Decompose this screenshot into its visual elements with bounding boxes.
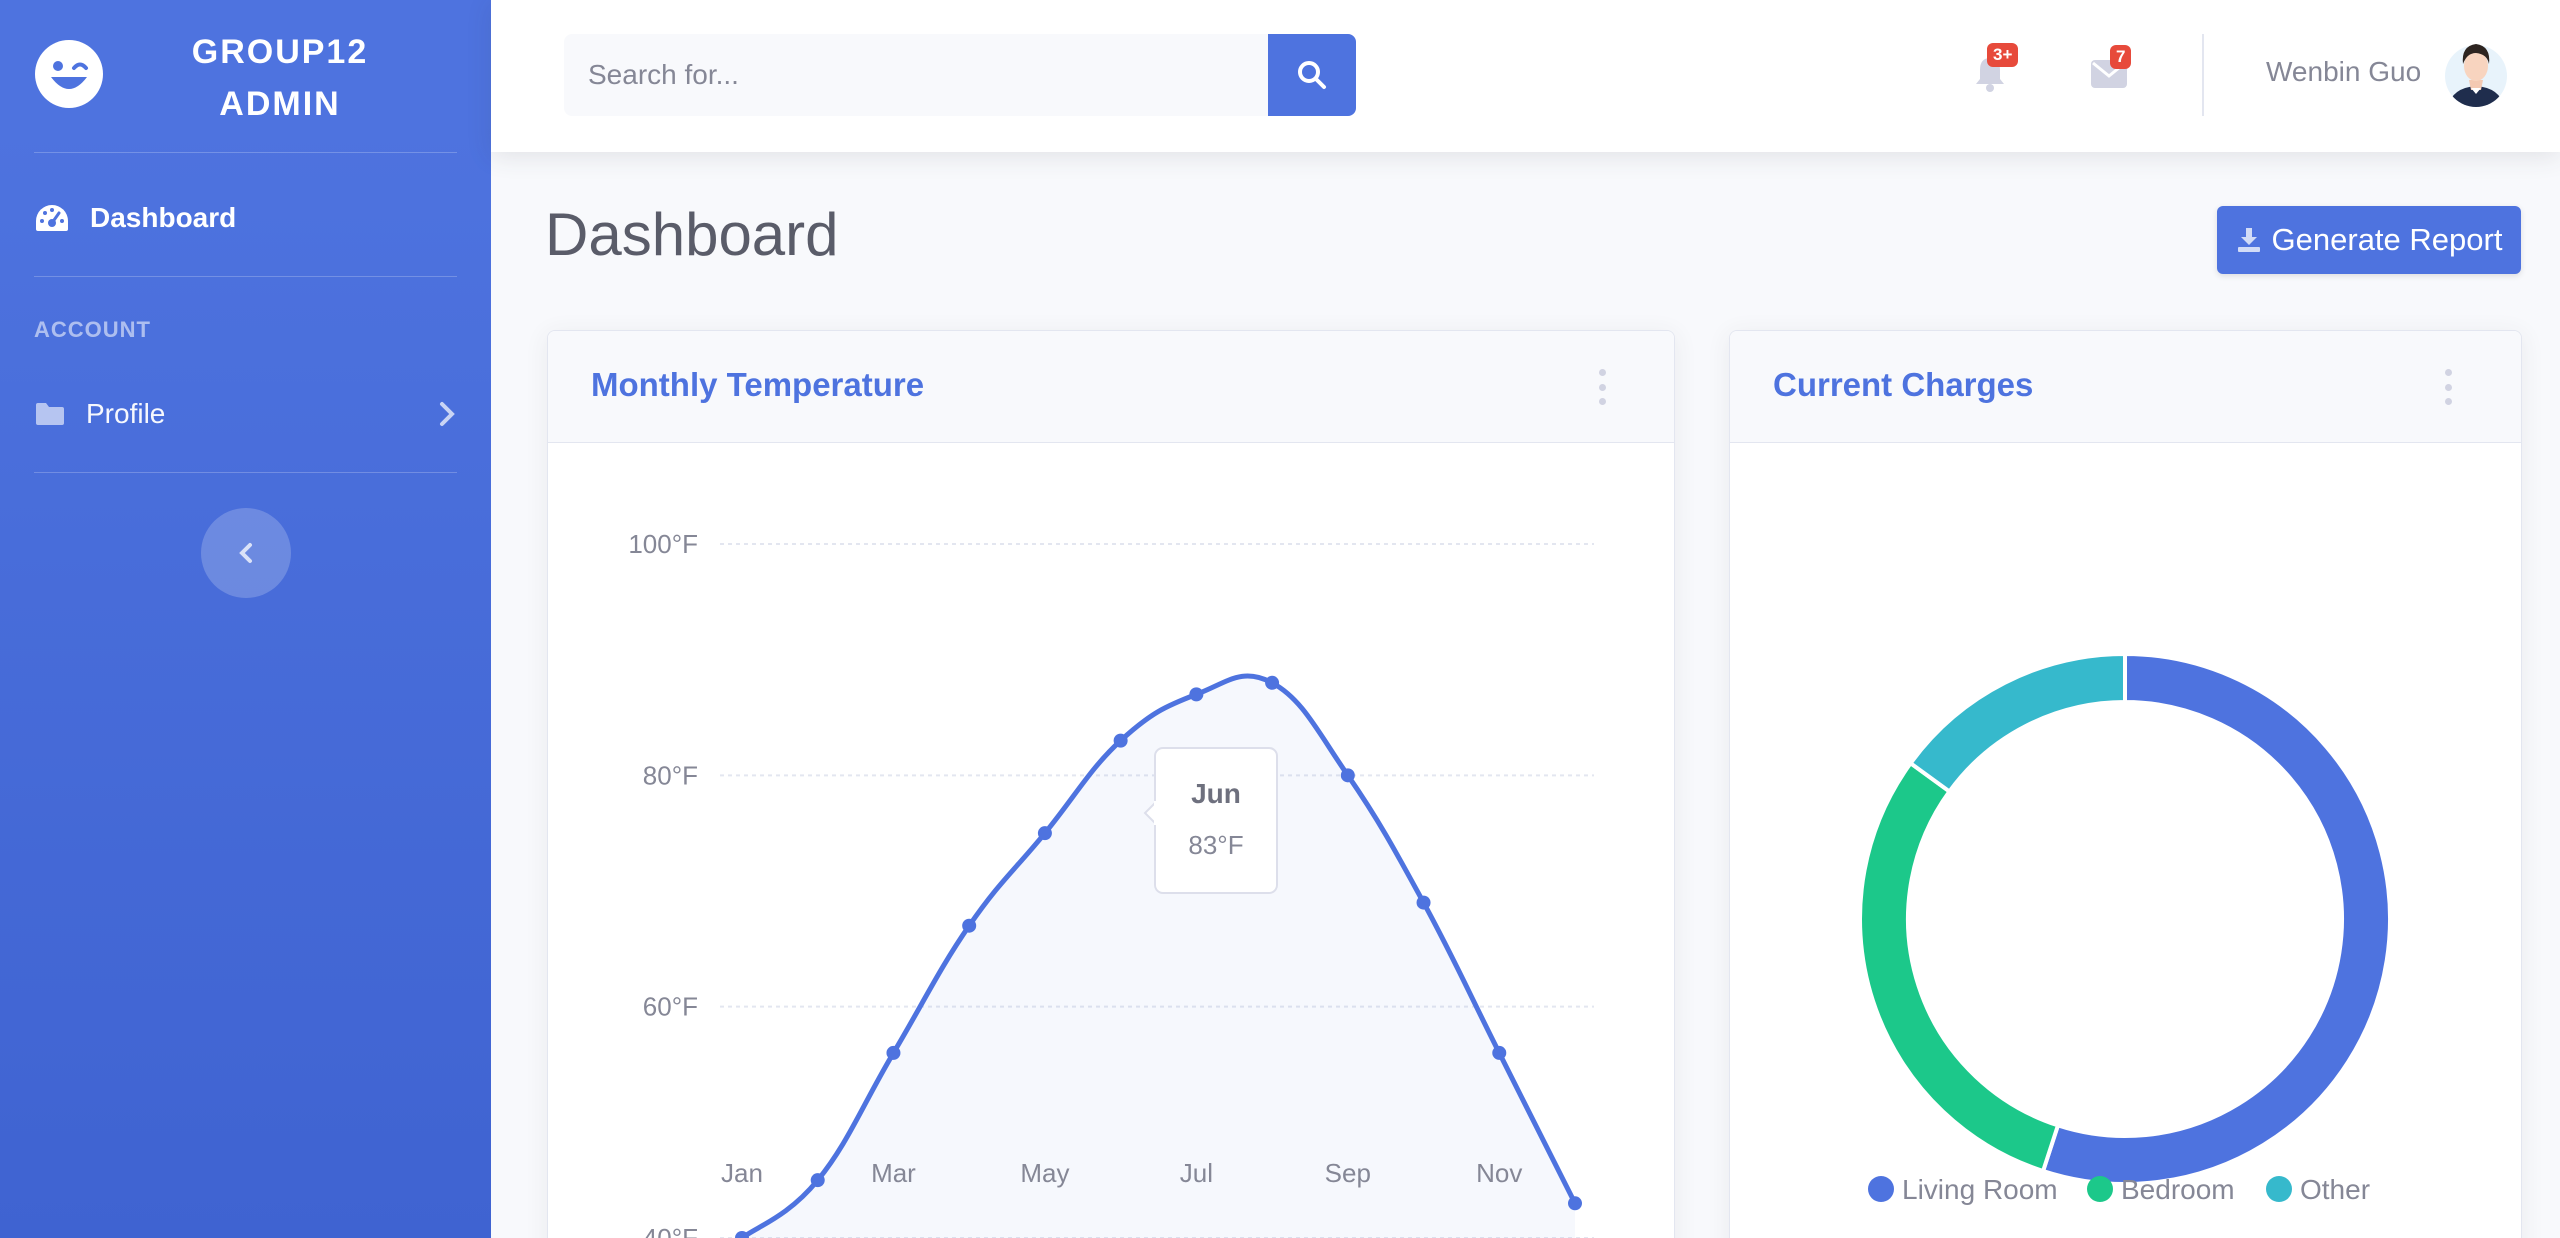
y-tick-label: 60°F xyxy=(643,992,698,1022)
search-form xyxy=(564,34,1356,116)
x-tick-label: Nov xyxy=(1476,1158,1522,1188)
x-tick-label: Jan xyxy=(721,1158,763,1188)
folder-icon xyxy=(36,403,64,425)
card-body: Living Room Bedroom Other xyxy=(1730,443,2521,1238)
download-icon xyxy=(2237,228,2260,252)
sidebar: GROUP12 ADMIN Dashboard ACCOUNT Profile xyxy=(0,0,491,1238)
sidebar-divider xyxy=(34,152,457,153)
chart-tooltip: Jun 83°F xyxy=(1143,747,1278,894)
sidebar-item-label: Profile xyxy=(86,398,166,429)
data-point-aug[interactable] xyxy=(1265,675,1280,690)
sidebar-item-dashboard[interactable]: Dashboard xyxy=(34,190,236,246)
legend-item-other[interactable]: Other xyxy=(2266,1174,2370,1205)
card-header: Current Charges xyxy=(1730,331,2521,443)
sidebar-brand[interactable]: GROUP12 ADMIN xyxy=(0,0,491,152)
data-point-nov[interactable] xyxy=(1492,1045,1507,1060)
ellipsis-vertical-icon[interactable] xyxy=(1592,369,1612,405)
brand-line-1: GROUP12 xyxy=(191,33,369,71)
alerts-dropdown[interactable]: 3+ xyxy=(1972,43,2028,104)
svg-text:Bedroom: Bedroom xyxy=(2121,1174,2235,1205)
y-tick-label: 80°F xyxy=(643,760,698,790)
svg-text:Other: Other xyxy=(2300,1174,2370,1205)
temperature-chart: 40°F 60°F 80°F 100°F Jan Mar May Jul Sep Nov Jun… xyxy=(628,529,1594,1238)
data-point-apr[interactable] xyxy=(962,918,977,933)
card-body: 40°F 60°F 80°F 100°F Jan Mar May Jul Sep Nov Jun… xyxy=(548,443,1674,1238)
alerts-badge: 3+ xyxy=(1987,43,2019,67)
card-header: Monthly Temperature xyxy=(548,331,1674,443)
messages-badge: 7 xyxy=(2110,45,2132,69)
data-point-jun[interactable] xyxy=(1113,733,1128,748)
x-tick-label: Jul xyxy=(1180,1158,1213,1188)
messages-dropdown[interactable]: 7 xyxy=(2090,45,2146,104)
temperature-card: Monthly Temperature 40°F 60°F 80°F 100°F Ja… xyxy=(547,330,1675,1238)
topbar-divider xyxy=(2202,34,2204,116)
ellipsis-vertical-icon[interactable] xyxy=(2438,369,2458,405)
sidebar-heading-account: ACCOUNT xyxy=(34,317,151,342)
search-button[interactable] xyxy=(1268,34,1356,116)
slice-other[interactable] xyxy=(1907,651,2127,795)
x-tick-label: May xyxy=(1020,1158,1069,1188)
chevron-right-icon xyxy=(440,402,455,426)
charges-chart: Living Room Bedroom Other xyxy=(1858,651,2392,1205)
laugh-wink-icon xyxy=(35,40,103,108)
x-tick-label: Sep xyxy=(1325,1158,1371,1188)
brand-name: GROUP12 ADMIN xyxy=(150,26,410,130)
topbar: 3+ 7 Wenbin Guo xyxy=(491,0,2560,152)
data-point-may[interactable] xyxy=(1037,826,1052,841)
card-title: Monthly Temperature xyxy=(591,366,925,403)
user-name[interactable]: Wenbin Guo xyxy=(2266,56,2421,88)
y-tick-label: 40°F xyxy=(643,1223,698,1238)
tooltip-value: 83°F xyxy=(1188,830,1243,860)
page-title: Dashboard xyxy=(545,201,839,268)
svg-text:Living Room: Living Room xyxy=(1902,1174,2058,1205)
tachometer-icon xyxy=(36,205,68,231)
data-point-dec[interactable] xyxy=(1568,1196,1582,1211)
tooltip-title: Jun xyxy=(1191,778,1241,809)
data-point-sep[interactable] xyxy=(1340,768,1355,783)
data-point-mar[interactable] xyxy=(886,1045,901,1060)
sidebar-divider xyxy=(34,276,457,277)
data-point-feb[interactable] xyxy=(810,1173,825,1188)
charges-card: Current Charges Living Room Bedroom Other xyxy=(1729,330,2522,1238)
sidebar-toggle-button[interactable] xyxy=(201,508,291,598)
sidebar-item-profile[interactable]: Profile xyxy=(34,386,457,442)
chevron-left-icon xyxy=(239,543,252,563)
slice-living-room[interactable] xyxy=(2040,651,2392,1186)
legend-item-living-room[interactable]: Living Room xyxy=(1868,1174,2058,1205)
avatar[interactable] xyxy=(2443,36,2509,112)
generate-report-label: Generate Report xyxy=(2271,222,2503,257)
search-input[interactable] xyxy=(564,34,1268,116)
slice-bedroom[interactable] xyxy=(1858,760,2061,1174)
generate-report-button[interactable]: Generate Report xyxy=(2217,206,2521,274)
brand-line-2: ADMIN xyxy=(219,85,341,123)
data-point-jul[interactable] xyxy=(1189,687,1204,702)
card-title: Current Charges xyxy=(1773,366,2034,403)
sidebar-divider xyxy=(34,472,457,473)
data-point-oct[interactable] xyxy=(1416,895,1431,910)
search-icon xyxy=(1298,61,1326,89)
y-tick-label: 100°F xyxy=(628,529,698,559)
sidebar-item-label: Dashboard xyxy=(90,202,237,233)
x-tick-label: Mar xyxy=(871,1158,916,1188)
